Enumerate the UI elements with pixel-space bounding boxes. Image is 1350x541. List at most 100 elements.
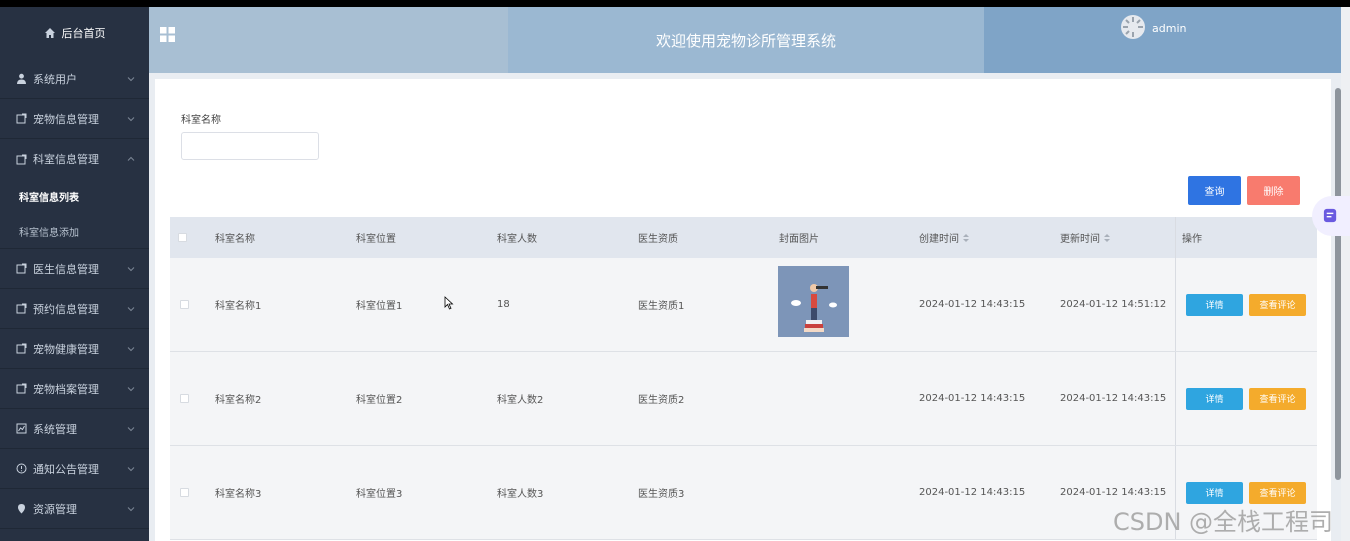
chevron-down-icon (127, 426, 135, 431)
sort-icon[interactable] (963, 233, 969, 243)
sidebar-item-pet-health[interactable]: 宠物健康管理 (0, 329, 149, 369)
assistant-icon (1323, 208, 1337, 223)
row-checkbox[interactable] (180, 300, 189, 309)
top-strip (0, 0, 1350, 7)
search-label: 科室名称 (181, 115, 221, 126)
column-header-location: 科室位置 (356, 234, 396, 245)
column-divider (1175, 258, 1176, 351)
sidebar-item-system-management[interactable]: 系统管理 (0, 409, 149, 449)
query-button[interactable]: 查询 (1188, 176, 1241, 205)
doc-icon (16, 343, 27, 354)
table-row: 科室名称2 科室位置2 科室人数2 医生资质2 2024-01-12 14:43… (170, 352, 1317, 446)
sidebar-item-system-users[interactable]: 系统用户 (0, 59, 149, 99)
row-actions: 详情 查看评论 (1186, 352, 1306, 445)
detail-button[interactable]: 详情 (1186, 387, 1243, 410)
sidebar-item-label: 资源管理 (33, 502, 77, 516)
avatar[interactable] (1120, 14, 1146, 40)
sidebar-item-label: 系统用户 (33, 72, 77, 86)
cell-qualification: 医生资质1 (638, 301, 685, 312)
delete-button[interactable]: 删除 (1247, 176, 1300, 205)
column-header-updated[interactable]: 更新时间 (1060, 217, 1110, 258)
cell-location: 科室位置2 (356, 395, 403, 406)
header-left (149, 7, 508, 73)
chevron-down-icon (127, 76, 135, 81)
sort-icon[interactable] (1104, 233, 1110, 243)
column-header-qualification: 医生资质 (638, 234, 678, 245)
sidebar-item-label: 预约信息管理 (33, 302, 99, 316)
chevron-down-icon (127, 386, 135, 391)
sidebar-item-label: 宠物档案管理 (33, 382, 99, 396)
chevron-down-icon (127, 466, 135, 471)
cell-name: 科室名称2 (215, 395, 262, 406)
doc-icon (16, 263, 27, 274)
department-name-input[interactable] (181, 132, 319, 160)
cell-qualification: 医生资质3 (638, 489, 685, 500)
department-table: 科室名称 科室位置 科室人数 医生资质 封面图片 创建时间 更新时间 操作 科室… (170, 217, 1317, 540)
cell-updated: 2024-01-12 14:51:12 (1060, 299, 1167, 310)
sidebar-home[interactable]: 后台首页 (0, 7, 149, 59)
sidebar-item-notice-management[interactable]: 通知公告管理 (0, 449, 149, 489)
sidebar-item-appointment-info[interactable]: 预约信息管理 (0, 289, 149, 329)
floating-assistant-button[interactable] (1312, 196, 1350, 236)
cell-created: 2024-01-12 14:43:15 (919, 299, 1026, 310)
column-header-count: 科室人数 (497, 234, 537, 245)
cell-name: 科室名称1 (215, 301, 262, 312)
doc-icon (16, 154, 27, 164)
row-checkbox[interactable] (180, 488, 189, 497)
user-icon (17, 73, 26, 84)
page-title: 欢迎使用宠物诊所管理系统 (508, 7, 984, 73)
watermark: CSDN @全栈工程司 (1113, 508, 1334, 536)
sidebar-subitem-department-list[interactable]: 科室信息列表 (0, 179, 149, 214)
sidebar-item-label: 系统管理 (33, 422, 77, 436)
sidebar-item-pet-info[interactable]: 宠物信息管理 (0, 99, 149, 139)
column-header-name: 科室名称 (215, 234, 255, 245)
sidebar-item-pet-records[interactable]: 宠物档案管理 (0, 369, 149, 409)
sidebar-subitem-department-add[interactable]: 科室信息添加 (0, 214, 149, 249)
table-row: 科室名称1 科室位置1 18 医生资质1 2024-01-12 14:43:15… (170, 258, 1317, 352)
chevron-down-icon (127, 266, 135, 271)
doc-icon (16, 303, 27, 314)
sidebar-item-label: 宠物信息管理 (33, 112, 99, 126)
cell-created: 2024-01-12 14:43:15 (919, 393, 1026, 404)
column-header-created[interactable]: 创建时间 (919, 217, 969, 258)
detail-button[interactable]: 详情 (1186, 481, 1243, 504)
view-comments-button[interactable]: 查看评论 (1249, 387, 1306, 410)
username[interactable]: admin (1152, 22, 1186, 35)
cell-count: 科室人数3 (497, 489, 544, 500)
cell-qualification: 医生资质2 (638, 395, 685, 406)
chevron-down-icon (127, 506, 135, 511)
cover-image[interactable] (778, 266, 849, 337)
table-header: 科室名称 科室位置 科室人数 医生资质 封面图片 创建时间 更新时间 操作 (170, 217, 1317, 258)
sidebar-item-department-info[interactable]: 科室信息管理 (0, 139, 149, 179)
row-checkbox[interactable] (180, 394, 189, 403)
cell-location: 科室位置1 (356, 301, 403, 312)
column-header-created-label: 创建时间 (919, 234, 959, 245)
cell-count: 科室人数2 (497, 395, 544, 406)
cell-updated: 2024-01-12 14:43:15 (1060, 393, 1167, 404)
view-comments-button[interactable]: 查看评论 (1249, 481, 1306, 504)
detail-button[interactable]: 详情 (1186, 293, 1243, 316)
grid-menu-icon[interactable] (160, 27, 175, 42)
chevron-down-icon (127, 306, 135, 311)
header-right: admin (984, 7, 1341, 73)
view-comments-button[interactable]: 查看评论 (1249, 293, 1306, 316)
select-all-checkbox[interactable] (178, 233, 187, 242)
scrollbar-thumb[interactable] (1335, 88, 1341, 480)
doc-icon (16, 113, 27, 124)
chevron-down-icon (127, 346, 135, 351)
pin-icon (18, 504, 25, 514)
cell-location: 科室位置3 (356, 489, 403, 500)
chevron-up-icon (127, 156, 135, 161)
sidebar-item-resource-management[interactable]: 资源管理 (0, 489, 149, 529)
column-header-actions: 操作 (1182, 234, 1202, 245)
chevron-down-icon (127, 116, 135, 121)
chart-icon (16, 423, 27, 434)
scrollbar-track[interactable] (1341, 7, 1350, 541)
doc-icon (16, 383, 27, 394)
column-divider (1175, 352, 1176, 445)
cell-name: 科室名称3 (215, 489, 262, 500)
column-header-updated-label: 更新时间 (1060, 234, 1100, 245)
cell-created: 2024-01-12 14:43:15 (919, 487, 1026, 498)
sidebar-item-doctor-info[interactable]: 医生信息管理 (0, 249, 149, 289)
sidebar-item-label: 通知公告管理 (33, 462, 99, 476)
